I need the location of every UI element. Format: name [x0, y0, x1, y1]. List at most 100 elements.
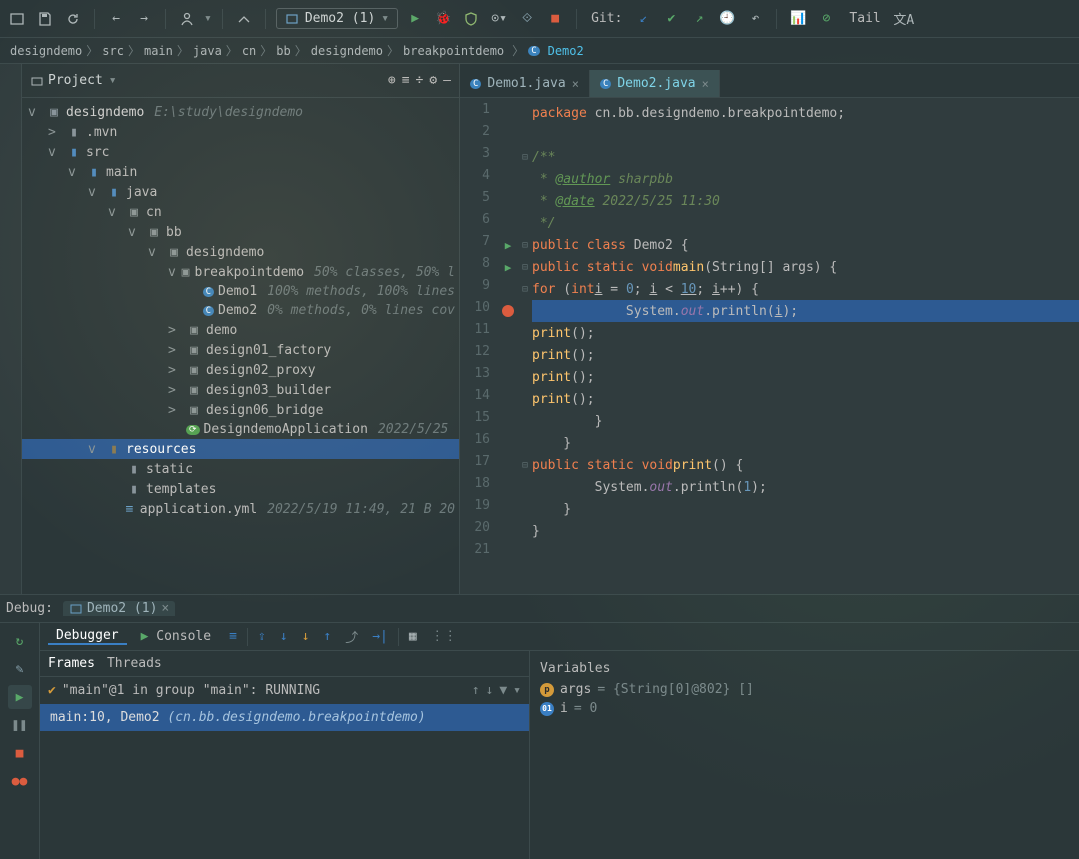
tree-item[interactable]: >▣ design06_bridge: [22, 400, 459, 420]
chart-icon[interactable]: 📊: [787, 8, 809, 30]
hide-icon[interactable]: —: [443, 73, 451, 88]
left-tool-rail[interactable]: [0, 64, 22, 594]
tree-item[interactable]: ≡ application.yml2022/5/19 11:49, 21 B 2…: [22, 499, 459, 519]
editor-markers[interactable]: ▶▶: [498, 98, 518, 594]
resume-icon[interactable]: ▶: [8, 685, 32, 709]
variable-row[interactable]: 01 i = 0: [540, 699, 1069, 718]
stop-debug-icon[interactable]: ■: [8, 741, 32, 765]
open-icon[interactable]: [6, 8, 28, 30]
git-pull-icon[interactable]: ↙: [632, 8, 654, 30]
collapse-icon[interactable]: ÷: [416, 73, 424, 88]
save-icon[interactable]: [34, 8, 56, 30]
project-tree[interactable]: v ▣ designdemo E:\study\designdemo >▮ .m…: [22, 98, 459, 594]
editor-tab[interactable]: CDemo2.java×: [590, 70, 720, 97]
run-marker-icon[interactable]: ▶: [505, 239, 512, 252]
locate-icon[interactable]: ⊕: [388, 73, 396, 88]
git-history-icon[interactable]: 🕘: [716, 8, 738, 30]
filter-icon[interactable]: ▼: [499, 683, 507, 698]
tree-item[interactable]: ▮ static: [22, 459, 459, 479]
force-step-into-icon[interactable]: ↓: [298, 629, 314, 644]
tree-item[interactable]: >▣ design01_factory: [22, 340, 459, 360]
crumb[interactable]: bb: [272, 44, 294, 58]
evaluate-icon[interactable]: ▦: [405, 629, 421, 644]
pause-icon[interactable]: ❚❚: [8, 713, 32, 737]
attach-icon[interactable]: ⟐: [516, 8, 538, 30]
run-marker-icon[interactable]: ▶: [505, 261, 512, 274]
variable-row[interactable]: p args = {String[0]@802} []: [540, 680, 1069, 699]
forward-icon[interactable]: →: [133, 8, 155, 30]
crumb[interactable]: breakpointdemo: [399, 44, 508, 58]
debug-session-tab[interactable]: Demo2 (1) ×: [63, 601, 175, 616]
step-over-icon[interactable]: ⇪: [254, 629, 270, 644]
tree-item[interactable]: v▣ bb: [22, 222, 459, 242]
tree-item[interactable]: >▣ design03_builder: [22, 380, 459, 400]
run-config-combo[interactable]: Demo2 (1) ▾: [276, 8, 398, 29]
close-icon[interactable]: ×: [572, 77, 579, 91]
gear-icon[interactable]: ⚙: [429, 73, 437, 88]
run-to-cursor-icon[interactable]: →|: [368, 629, 392, 644]
git-rollback-icon[interactable]: ↶: [744, 8, 766, 30]
debugger-tab[interactable]: Debugger: [48, 628, 127, 645]
next-frame-icon[interactable]: ↓: [486, 683, 494, 698]
threads-tab[interactable]: Threads: [107, 656, 162, 671]
coverage-icon[interactable]: [460, 8, 482, 30]
back-icon[interactable]: ←: [105, 8, 127, 30]
tree-item[interactable]: v▮ main: [22, 162, 459, 182]
show-exec-point-icon[interactable]: ≡: [225, 629, 241, 644]
git-commit-icon[interactable]: ✔: [660, 8, 682, 30]
thread-row[interactable]: ✔ "main"@1 in group "main": RUNNING ↑ ↓ …: [40, 677, 529, 704]
editor-code[interactable]: package cn.bb.designdemo.breakpointdemo;…: [532, 98, 1079, 594]
breakpoints-icon[interactable]: ●●: [8, 769, 32, 793]
close-icon[interactable]: ×: [161, 601, 169, 616]
translate-icon[interactable]: 文A: [893, 8, 915, 30]
crumb[interactable]: java: [189, 44, 226, 58]
tree-item[interactable]: v▮ java: [22, 182, 459, 202]
modify-icon[interactable]: ✎: [8, 657, 32, 681]
project-panel: Project ▾ ⊕ ≡ ÷ ⚙ — v ▣ designdemo E:\st…: [22, 64, 460, 594]
crumb-active[interactable]: Demo2: [544, 44, 588, 58]
profile-icon[interactable]: ⊙▾: [488, 8, 510, 30]
user-icon[interactable]: [176, 8, 198, 30]
prev-frame-icon[interactable]: ↑: [472, 683, 480, 698]
run-icon[interactable]: ▶: [404, 8, 426, 30]
crumb[interactable]: src: [98, 44, 128, 58]
tree-item[interactable]: v▮ src: [22, 142, 459, 162]
console-tab[interactable]: ▶ Console: [133, 629, 219, 644]
crumb[interactable]: designdemo: [6, 44, 86, 58]
drop-frame-icon[interactable]: ⤴: [341, 627, 362, 646]
crumb[interactable]: main: [140, 44, 177, 58]
tree-item[interactable]: v▮ resources: [22, 439, 459, 459]
more-icon[interactable]: ▾: [513, 683, 521, 698]
tree-item[interactable]: v▣ cn: [22, 202, 459, 222]
stop-icon[interactable]: ■: [544, 8, 566, 30]
tree-item[interactable]: >▣ demo: [22, 320, 459, 340]
step-into-icon[interactable]: ↓: [276, 629, 292, 644]
tree-item[interactable]: C Demo20% methods, 0% lines cov: [22, 301, 459, 320]
crumb[interactable]: designdemo: [307, 44, 387, 58]
step-out-icon[interactable]: ↑: [319, 629, 335, 644]
disable-icon[interactable]: ⊘: [815, 8, 837, 30]
close-icon[interactable]: ×: [702, 77, 709, 91]
editor-body[interactable]: 123456789101112131415161718192021 ▶▶ ⊟⊟⊟…: [460, 98, 1079, 594]
breakpoint-icon[interactable]: [502, 305, 514, 317]
debug-icon[interactable]: 🐞: [432, 8, 454, 30]
frames-tab[interactable]: Frames: [48, 656, 95, 671]
tree-item[interactable]: v▣ designdemo: [22, 242, 459, 262]
editor-area: CDemo1.java× CDemo2.java× 12345678910111…: [460, 64, 1079, 594]
editor-tab[interactable]: CDemo1.java×: [460, 70, 590, 97]
editor-fold-column[interactable]: ⊟⊟⊟⊟⊟: [518, 98, 532, 594]
expand-icon[interactable]: ≡: [402, 73, 410, 88]
git-push-icon[interactable]: ↗: [688, 8, 710, 30]
tree-item[interactable]: ▮ templates: [22, 479, 459, 499]
tree-item[interactable]: ⟳ DesigndemoApplication2022/5/25: [22, 420, 459, 439]
crumb[interactable]: cn: [238, 44, 260, 58]
tree-item[interactable]: >▮ .mvn: [22, 122, 459, 142]
rerun-icon[interactable]: ↻: [8, 629, 32, 653]
tree-item[interactable]: C Demo1100% methods, 100% lines: [22, 282, 459, 301]
tree-item[interactable]: v▣ breakpointdemo50% classes, 50% l: [22, 262, 459, 282]
tree-item[interactable]: >▣ design02_proxy: [22, 360, 459, 380]
reload-icon[interactable]: [62, 8, 84, 30]
step-icon[interactable]: [233, 8, 255, 30]
trace-icon[interactable]: ⋮⋮: [427, 629, 461, 644]
frame-row[interactable]: main:10, Demo2 (cn.bb.designdemo.breakpo…: [40, 704, 529, 731]
